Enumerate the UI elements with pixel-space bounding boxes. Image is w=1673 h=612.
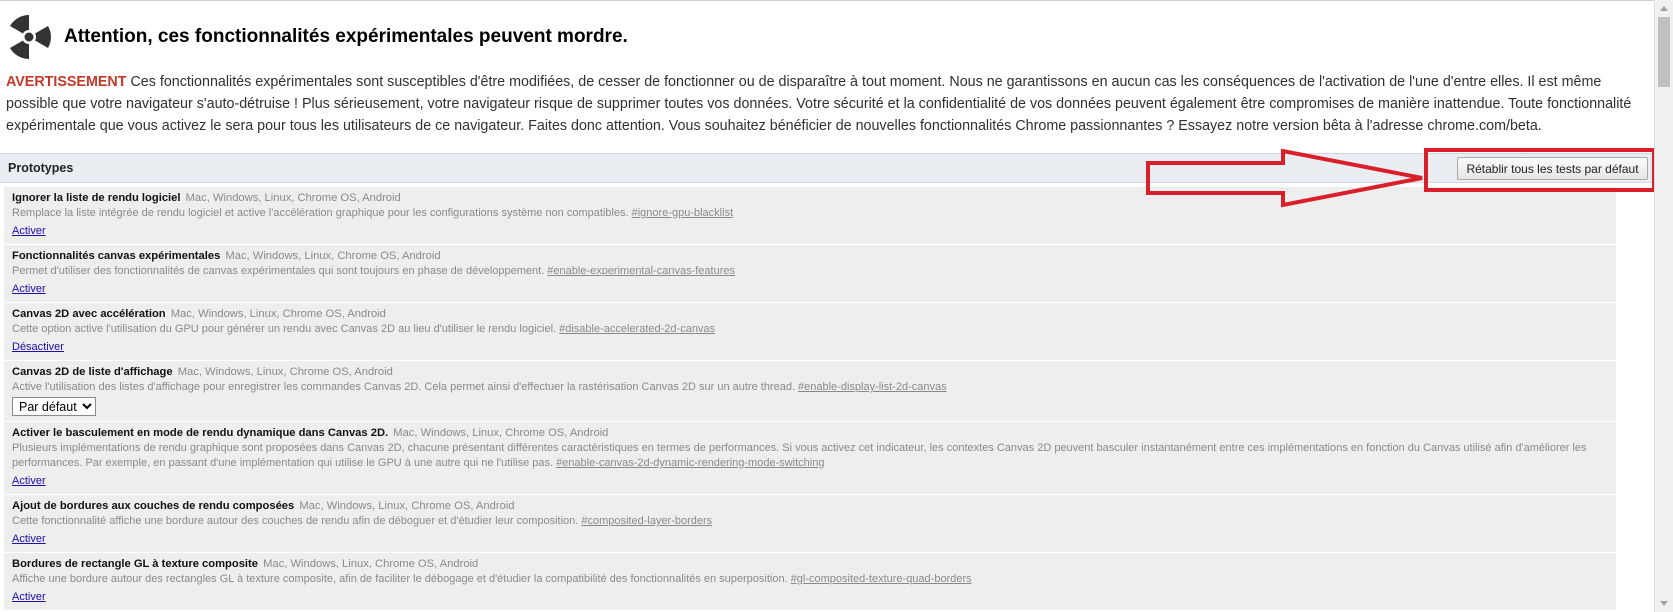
page-title: Attention, ces fonctionnalités expérimen… [64,26,628,47]
experiment-name: Ajout de bordures aux couches de rendu c… [12,500,295,512]
experiment-name: Bordures de rectangle GL à texture compo… [12,558,258,570]
experiment-tag-link[interactable]: #gl-composited-texture-quad-borders [791,573,972,585]
experiment-name: Fonctionnalités canvas expérimentales [12,250,221,262]
enable-link[interactable]: Activer [12,474,46,489]
page-header: Attention, ces fonctionnalités expérimen… [6,12,628,62]
experiment-description: Permet d'utiliser des fonctionnalités de… [12,265,545,277]
experiment-name: Ignorer la liste de rendu logiciel [12,192,181,204]
experiment-description: Affiche une bordure autour des rectangle… [12,573,788,585]
experiment-description: Active l'utilisation des listes d'affich… [12,381,796,393]
experiment-item: Activer le basculement en mode de rendu … [4,422,1616,495]
experiment-tag-link[interactable]: #enable-experimental-canvas-features [547,265,735,277]
enable-link[interactable]: Activer [12,532,46,547]
experiment-name: Canvas 2D de liste d'affichage [12,366,173,378]
experiment-tag-link[interactable]: #composited-layer-borders [581,515,712,527]
experiment-tag-link[interactable]: #enable-canvas-2d-dynamic-rendering-mode… [556,457,824,469]
enable-link[interactable]: Activer [12,282,46,297]
experiment-item: Canvas 2D avec accélération Mac, Windows… [4,303,1616,361]
experiment-platforms: Mac, Windows, Linux, Chrome OS, Android [185,192,401,204]
experiment-platforms: Mac, Windows, Linux, Chrome OS, Android [299,500,515,512]
radiation-warning-icon [9,15,51,59]
experiment-name: Activer le basculement en mode de rendu … [12,427,389,439]
experiment-tag-link[interactable]: #ignore-gpu-blacklist [632,207,734,219]
experiment-description: Cette option active l'utilisation du GPU… [12,323,557,335]
enable-link[interactable]: Activer [12,224,46,239]
warning-label: AVERTISSEMENT [6,74,127,90]
mode-select[interactable]: Par défaut [12,397,96,416]
vertical-scrollbar[interactable] [1654,0,1673,612]
experiment-platforms: Mac, Windows, Linux, Chrome OS, Android [177,366,393,378]
section-header: Prototypes [0,153,1654,183]
experiment-description: Remplace la liste intégrée de rendu logi… [12,207,629,219]
top-divider [0,0,1654,1]
disable-link[interactable]: Désactiver [12,340,64,355]
scroll-up-arrow-icon[interactable] [1655,0,1673,17]
experiment-platforms: Mac, Windows, Linux, Chrome OS, Android [263,558,479,570]
reset-all-button[interactable]: Rétablir tous les tests par défaut [1457,157,1648,180]
experiment-tag-link[interactable]: #disable-accelerated-2d-canvas [559,323,715,335]
experiment-item: Ajout de bordures aux couches de rendu c… [4,495,1616,553]
section-title: Prototypes [8,161,74,175]
experiment-platforms: Mac, Windows, Linux, Chrome OS, Android [225,250,441,262]
experiment-platforms: Mac, Windows, Linux, Chrome OS, Android [393,427,609,439]
experiment-item: Ignorer la liste de rendu logiciel Mac, … [4,187,1616,245]
scroll-down-arrow-icon[interactable] [1655,595,1673,612]
enable-link[interactable]: Activer [12,590,46,605]
experiment-description: Cette fonctionnalité affiche une bordure… [12,515,579,527]
experiment-platforms: Mac, Windows, Linux, Chrome OS, Android [170,308,386,320]
scroll-thumb[interactable] [1658,17,1670,87]
warning-text: Ces fonctionnalités expérimentales sont … [6,74,1632,134]
experiment-item: Bordures de rectangle GL à texture compo… [4,553,1616,611]
experiments-list: Ignorer la liste de rendu logiciel Mac, … [4,187,1616,611]
experiment-item: Fonctionnalités canvas expérimentales Ma… [4,245,1616,303]
experiment-item: Canvas 2D de liste d'affichage Mac, Wind… [4,361,1616,422]
experiment-name: Canvas 2D avec accélération [12,308,166,320]
warning-paragraph: AVERTISSEMENT Ces fonctionnalités expérim… [6,71,1642,137]
experiment-tag-link[interactable]: #enable-display-list-2d-canvas [798,381,947,393]
